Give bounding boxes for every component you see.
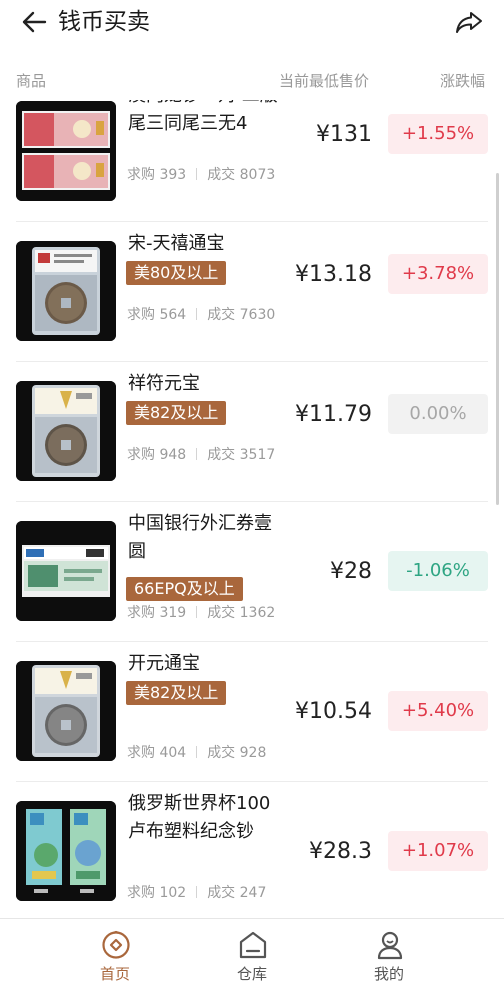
item-name: 中国银行外汇券壹圆 — [128, 513, 272, 562]
change-badge: +3.78% — [388, 254, 488, 294]
deal-label: 成交 — [207, 447, 236, 463]
item-name: 开元通宝 — [128, 653, 200, 674]
stats-divider — [196, 308, 198, 320]
item-stats: 求购 102 成交 247 — [127, 882, 266, 902]
coin-thumbnail — [16, 661, 116, 761]
item-name: 宋-天禧通宝 — [128, 233, 225, 254]
change-badge: -1.06% — [388, 551, 488, 591]
buy-count: 393 — [159, 167, 187, 183]
profile-icon — [377, 931, 403, 960]
item-stats: 求购 319 成交 1362 — [127, 602, 275, 622]
grade-tag: 美80及以上 — [126, 261, 227, 285]
list-item[interactable]: 中国银行外汇券壹圆 66EPQ及以上 求购 319 成交 1362 ¥28 -1.… — [0, 502, 504, 642]
item-price: ¥28 — [330, 559, 372, 584]
list-item[interactable]: 开元通宝 美82及以上 求购 404 成交 928 ¥10.54 +5.40% — [0, 642, 504, 782]
back-arrow-icon[interactable] — [20, 8, 48, 36]
home-icon — [102, 930, 130, 959]
item-stats: 求购 948 成交 3517 — [127, 444, 275, 464]
change-badge: +5.40% — [388, 691, 488, 731]
column-header-name[interactable]: 商品 — [16, 70, 46, 91]
list-item[interactable]: 俄罗斯世界杯100卢布塑料纪念钞 求购 102 成交 247 ¥28.3 +1.0… — [0, 782, 504, 918]
column-header-change[interactable]: 涨跌幅 — [440, 70, 485, 91]
tab-profile-label: 我的 — [373, 965, 404, 983]
stats-divider — [196, 448, 198, 460]
list-item[interactable]: 宋-天禧通宝 美80及以上 求购 564 成交 7630 ¥13.18 +3.78… — [0, 222, 504, 362]
deal-label: 成交 — [207, 605, 236, 621]
coin-thumbnail — [16, 241, 116, 341]
deal-count: 1362 — [239, 605, 276, 621]
deal-count: 247 — [239, 885, 267, 901]
deal-label: 成交 — [207, 745, 236, 761]
column-header-price[interactable]: 当前最低售价 — [279, 70, 369, 91]
deal-count: 3517 — [239, 447, 276, 463]
coin-thumbnail — [16, 381, 116, 481]
grade-tag: 美82及以上 — [126, 401, 227, 425]
stats-divider — [196, 746, 198, 758]
item-stats: 求购 404 成交 928 — [127, 742, 266, 762]
deal-count: 7630 — [239, 307, 276, 323]
change-badge: +1.07% — [388, 831, 488, 871]
buy-count: 564 — [159, 307, 187, 323]
item-price: ¥131 — [316, 122, 372, 147]
buy-label: 求购 — [127, 307, 155, 323]
top-bar: 钱币买卖 — [0, 0, 504, 44]
buy-count: 102 — [159, 885, 187, 901]
grade-tag: 66EPQ及以上 — [126, 577, 243, 601]
deal-label: 成交 — [207, 167, 236, 183]
list-item[interactable]: 祥符元宝 美82及以上 求购 948 成交 3517 ¥11.79 0.00% — [0, 362, 504, 502]
banknote-thumbnail — [16, 101, 116, 201]
item-name: 俄罗斯世界杯100卢布塑料纪念钞 — [128, 793, 271, 842]
buy-count: 404 — [159, 745, 187, 761]
item-name: 祥符元宝 — [128, 373, 200, 394]
warehouse-icon — [239, 931, 267, 959]
stats-divider — [196, 606, 198, 618]
tab-warehouse-label: 仓库 — [236, 965, 267, 983]
tab-home-label: 首页 — [99, 965, 130, 983]
column-headers: 商品 当前最低售价 涨跌幅 — [0, 62, 504, 96]
change-badge: 0.00% — [388, 394, 488, 434]
grade-tag: 美82及以上 — [126, 681, 227, 705]
item-price: ¥28.3 — [309, 839, 372, 864]
deal-label: 成交 — [207, 885, 236, 901]
buy-count: 948 — [159, 447, 187, 463]
banknote-thumbnail — [16, 521, 116, 621]
share-icon[interactable] — [454, 7, 484, 37]
product-list: 澳门龙钞一对 二版尾三同尾三无4 求购 393 成交 8073 ¥131 +1.5… — [0, 100, 504, 918]
item-name: 澳门龙钞一对 二版尾三同尾三无4 — [128, 100, 278, 134]
list-item[interactable]: 澳门龙钞一对 二版尾三同尾三无4 求购 393 成交 8073 ¥131 +1.5… — [0, 100, 504, 222]
tab-warehouse[interactable]: 仓库 — [202, 919, 302, 1000]
item-price: ¥10.54 — [295, 699, 372, 724]
buy-label: 求购 — [127, 745, 155, 761]
buy-label: 求购 — [127, 167, 155, 183]
deal-count: 8073 — [239, 167, 276, 183]
bottom-tab-bar: 首页 仓库 我的 — [0, 918, 504, 1000]
tab-profile[interactable]: 我的 — [339, 919, 439, 1000]
item-stats: 求购 564 成交 7630 — [127, 304, 275, 324]
buy-label: 求购 — [127, 885, 155, 901]
item-price: ¥13.18 — [295, 262, 372, 287]
deal-count: 928 — [239, 745, 267, 761]
change-badge: +1.55% — [388, 114, 488, 154]
tab-home[interactable]: 首页 — [65, 919, 165, 1000]
item-price: ¥11.79 — [295, 402, 372, 427]
page-title: 钱币买卖 — [58, 9, 150, 35]
buy-label: 求购 — [127, 447, 155, 463]
scrollbar[interactable] — [496, 173, 499, 505]
deal-label: 成交 — [207, 307, 236, 323]
stats-divider — [196, 886, 198, 898]
banknote-thumbnail — [16, 801, 116, 901]
buy-label: 求购 — [127, 605, 155, 621]
stats-divider — [196, 168, 198, 180]
buy-count: 319 — [159, 605, 187, 621]
item-stats: 求购 393 成交 8073 — [127, 164, 275, 184]
